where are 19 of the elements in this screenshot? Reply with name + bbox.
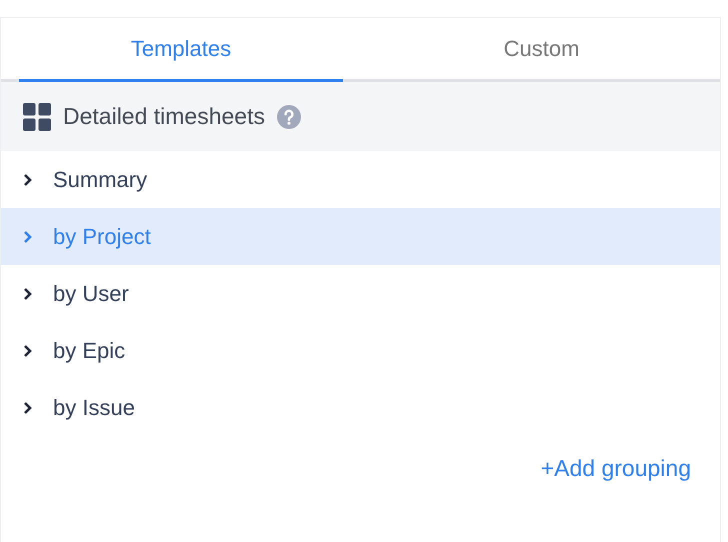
- chevron-right-icon: [23, 344, 33, 358]
- chevron-right-icon: [23, 286, 33, 300]
- tab[interactable]: Custom: [343, 18, 728, 82]
- grouping-label: by Project: [53, 224, 151, 250]
- grouping-item[interactable]: Summary: [1, 151, 720, 208]
- grouping-item[interactable]: by Issue: [1, 379, 720, 436]
- grouping-label: by Issue: [53, 394, 135, 420]
- chevron-right-icon: [23, 230, 33, 244]
- add-grouping-link[interactable]: +Add grouping: [540, 455, 691, 482]
- grouping-item[interactable]: by User: [1, 265, 720, 322]
- grouping-label: by User: [53, 280, 129, 306]
- grouping-label: by Epic: [53, 338, 126, 364]
- chevron-right-icon: [23, 172, 33, 186]
- chevron-right-icon: [23, 400, 33, 414]
- grid-icon: [23, 102, 51, 130]
- help-icon[interactable]: [277, 104, 301, 128]
- grouping-label: Summary: [53, 166, 148, 192]
- section-title: Detailed timesheets: [63, 103, 265, 130]
- grouping-item[interactable]: by Epic: [1, 322, 720, 379]
